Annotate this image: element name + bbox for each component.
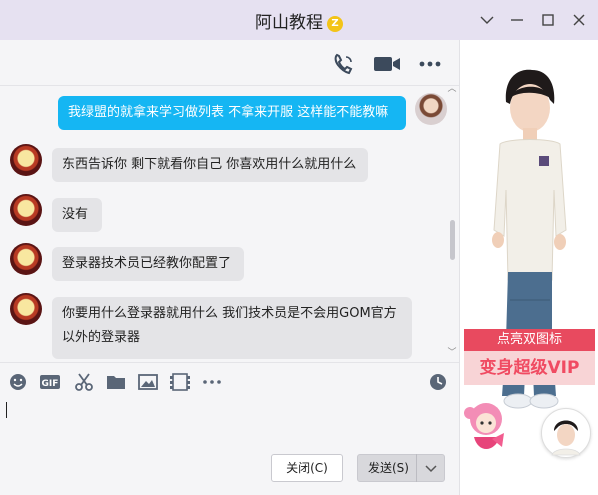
close-icon[interactable] (568, 10, 590, 30)
message-bubble-in: 没有 (52, 198, 102, 232)
message-bubble-in: 东西告诉你 剩下就看你自己 你喜欢用什么就用什么 (52, 148, 368, 182)
minimize-icon[interactable] (506, 10, 528, 30)
message-bubble-out: 我绿盟的就拿来学习做列表 不拿来开服 这样能不能教嘛 (58, 96, 406, 130)
message-line: 以外的登录器 (62, 330, 141, 345)
close-button[interactable]: 关闭(C) (271, 454, 343, 482)
vip-promo-subtitle: 变身超级VIP (464, 351, 595, 385)
qq-vip-badge-icon[interactable]: Z (327, 16, 343, 32)
avatar[interactable] (415, 93, 447, 125)
more-icon[interactable] (416, 52, 444, 76)
image-icon[interactable] (138, 373, 158, 391)
maximize-icon[interactable] (537, 10, 559, 30)
chat-toolbar (0, 40, 459, 86)
window-title: 阿山教程 (255, 13, 323, 33)
message-scrollbar[interactable]: ︿ ﹀ (446, 84, 458, 360)
gif-icon[interactable]: GIF (40, 373, 60, 391)
message-line: 你要用什么登录器就用什么 我们技术员是不会用GOM官方 (62, 306, 397, 321)
folder-icon[interactable] (106, 373, 126, 391)
message-list: 我绿盟的就拿来学习做列表 不拿来开服 这样能不能教嘛 东西告诉你 剩下就看你自己… (0, 86, 459, 362)
input-toolbar: GIF (0, 362, 459, 400)
text-caret (6, 402, 7, 418)
side-panel: 点亮双图标 变身超级VIP (459, 40, 598, 495)
emoji-icon[interactable] (8, 373, 28, 391)
video-icon[interactable] (170, 373, 190, 391)
mascot-icon[interactable] (460, 397, 520, 467)
message-bubble-in: 你要用什么登录器就用什么 我们技术员是不会用GOM官方 以外的登录器 (52, 297, 412, 359)
message-input[interactable] (0, 400, 459, 450)
chat-window: 阿山教程 Z 我绿盟的就拿来学习做列表 不拿来开服 这样能不能教嘛 东西告诉你 … (0, 0, 598, 495)
message-bubble-in: 登录器技术员已经教你配置了 (52, 247, 244, 281)
mini-avatar-face (551, 420, 581, 456)
scroll-down-icon[interactable]: ﹀ (447, 348, 457, 358)
avatar[interactable] (10, 194, 42, 226)
svg-text:GIF: GIF (42, 379, 59, 389)
scroll-up-icon[interactable]: ︿ (447, 84, 457, 94)
avatar[interactable] (541, 408, 591, 458)
avatar[interactable] (10, 144, 42, 176)
avatar[interactable] (10, 293, 42, 325)
avatar[interactable] (10, 243, 42, 275)
collapse-icon[interactable] (476, 10, 498, 30)
send-options-dropdown[interactable] (416, 454, 444, 482)
history-clock-icon[interactable] (428, 373, 448, 391)
vip-promo-banner[interactable]: 点亮双图标 变身超级VIP (464, 329, 595, 387)
scroll-thumb[interactable] (450, 220, 455, 260)
scissors-icon[interactable] (74, 373, 94, 391)
vip-promo-title: 点亮双图标 (464, 329, 595, 351)
title-bar: 阿山教程 Z (0, 0, 598, 40)
video-call-icon[interactable] (373, 52, 401, 76)
phone-icon[interactable] (330, 52, 358, 76)
more-icon[interactable] (202, 373, 222, 391)
